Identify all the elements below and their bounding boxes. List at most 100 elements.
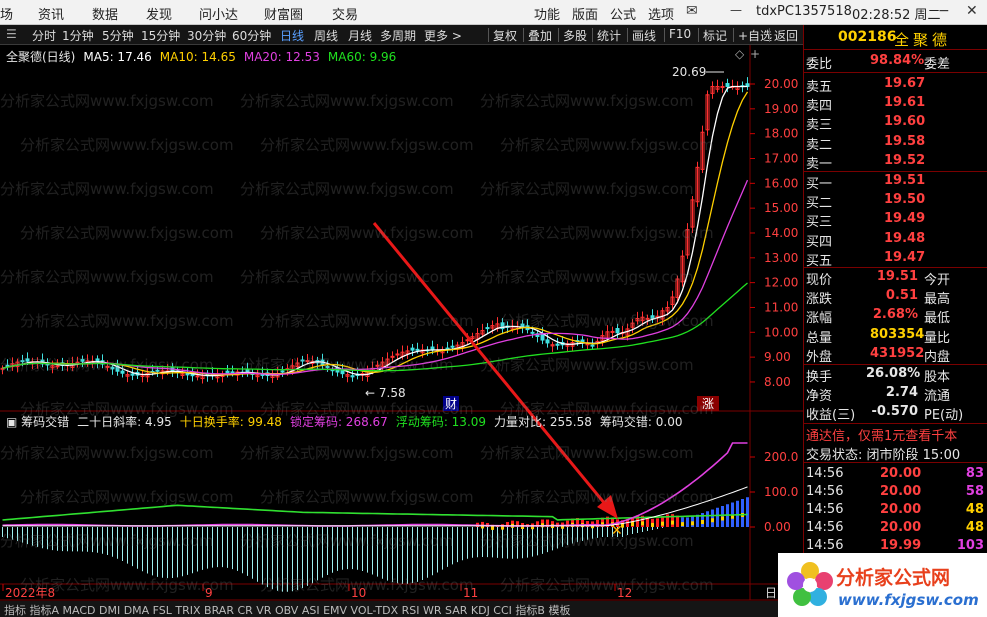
menu-item-options[interactable]: 选项 [648,4,674,23]
chart-area[interactable]: 20.00 19.00 18.00 17.00 16.00 15.00 14.00 13.00… [0,45,803,617]
tab-10[interactable]: 更多 > [424,27,462,44]
quote-label: 现价 [806,273,833,288]
quote-right-label: 最高 [924,292,951,308]
tab-3[interactable]: 15分钟 [141,27,180,44]
bid-price[interactable]: 19.50 [884,192,925,207]
toolbar-button-8[interactable]: 返回 [774,27,798,44]
bid-price[interactable]: 19.51 [884,173,925,188]
candle-body [230,371,235,374]
candle-body [25,358,30,362]
toolbar-button-6[interactable]: 标记 [703,27,727,44]
menu-item-discover[interactable]: 发现 [146,4,172,23]
quote-row: 涨跌 0.51 最高 [804,287,987,308]
ask-price[interactable]: 19.58 [884,134,925,149]
toolbar-button-7[interactable]: +自选 [738,27,772,44]
chip-bar [746,497,749,527]
window-minimize-icon[interactable]: − [938,3,950,19]
menu-item-wealth[interactable]: 财富圈 [264,4,303,23]
tab-7[interactable]: 周线 [314,27,338,44]
toolbar-button-3[interactable]: 统计 [597,27,621,44]
menu-item-function[interactable]: 功能 [534,4,560,23]
date-label: 10 [351,586,366,600]
tab-5[interactable]: 60分钟 [232,27,271,44]
tab-9[interactable]: 多周期 [380,27,416,44]
toolbar-button-0[interactable]: 复权 [493,27,517,44]
quote2-value: 26.08% [866,366,921,381]
trading-app-window: 场 资讯 数据 发现 问小达 财富圈 交易 功能 版面 公式 选项 ✉ — td… [0,0,987,617]
add-icon[interactable]: + [750,47,760,61]
tab-0[interactable]: 分时 [32,27,56,44]
divider [804,49,987,50]
toolbar-button-4[interactable]: 画线 [632,27,656,44]
chip-marker [651,522,654,527]
tab-8[interactable]: 月线 [348,27,372,44]
ask-label: 卖五 [806,80,833,95]
tab-6[interactable]: 日线 [280,27,304,44]
menu-item-news[interactable]: 资讯 [38,4,64,23]
candle-body [185,373,190,376]
toolbar-separator [733,28,734,42]
bid-row: 买二 19.50 [804,191,987,211]
tab-4[interactable]: 30分钟 [187,27,226,44]
toolbar-separator [698,28,699,42]
period-indicator: 日 [765,586,777,600]
bid-label: 买三 [806,215,833,231]
ma-legend-1: MA10: 14.65 [159,50,236,64]
quote-label: 外盘 [806,349,833,365]
minimize-icon[interactable]: — [730,3,742,17]
indicator-name[interactable]: ▣ 筹码交错 [6,415,69,429]
bid-price[interactable]: 19.49 [884,211,925,226]
bid-row: 买四 19.48 [804,230,987,250]
candle-body [610,330,615,333]
tick-row: 14:56 20.00 48 [804,519,987,538]
menu-item-data[interactable]: 数据 [92,4,118,23]
menu-item-layout[interactable]: 版面 [572,4,598,23]
bid-price[interactable]: 19.47 [884,250,925,265]
tab-1[interactable]: 1分钟 [62,27,94,44]
indicator-tabs[interactable]: 指标 指标A MACD DMI DMA FSL TRIX BRAR CR VR … [4,603,570,617]
logo-title: 分析家公式网 [836,567,951,589]
candle-body [80,359,85,362]
ask-row: 卖四 19.61 [804,94,987,114]
ask-price[interactable]: 19.52 [884,153,925,168]
toolbar-button-5[interactable]: F10 [669,27,691,41]
menu-item-trade[interactable]: 交易 [332,4,358,23]
finance-tag[interactable]: 财 [445,397,457,411]
menu-item-ask[interactable]: 问小达 [199,4,238,23]
candle-body [325,366,330,369]
menu-item-market[interactable]: 场 [0,4,13,23]
window-close-icon[interactable]: ✕ [966,3,978,19]
weibi-label: 委比 [806,57,833,72]
indicator-value-1: 十日换手率: 99.48 [179,415,282,429]
ask-price[interactable]: 19.67 [884,76,925,91]
mail-icon[interactable]: ✉ [686,3,698,19]
bid-price[interactable]: 19.48 [884,231,925,246]
tick-row: 14:56 20.00 48 [804,501,987,520]
quote2-label: 净资 [806,389,833,405]
limit-tag[interactable]: 涨 [702,396,714,411]
stock-name: 全聚德 [894,31,952,49]
tab-2[interactable]: 5分钟 [102,27,134,44]
price-tick-label: 14.00 [764,226,798,240]
ask-price[interactable]: 19.61 [884,95,925,110]
date-label: 2022年8 [5,586,55,600]
tab-menu-icon[interactable]: ☰ [6,27,17,41]
price-tick-label: 13.00 [764,251,798,265]
menu-item-formula[interactable]: 公式 [610,4,636,23]
quote2-right-label: 流通 [924,389,951,405]
ad-text[interactable]: 通达信，仅需1元查看千本 [806,425,957,444]
quote-value: 19.51 [876,269,918,284]
toolbar-button-2[interactable]: 多股 [563,27,587,44]
toolbar-separator [592,28,593,42]
quote-label: 总量 [806,330,833,346]
chip-bar [676,515,679,527]
diamond-icon[interactable]: ◇ [735,47,745,61]
toolbar-button-1[interactable]: 叠加 [528,27,552,44]
ad-row: 通达信，仅需1元查看千本 [804,424,987,444]
candle-body [110,366,115,370]
candle-body [615,328,620,334]
price-tick-label: 17.00 [764,151,798,165]
candle-body [350,375,355,378]
ask-price[interactable]: 19.60 [884,114,925,129]
candle-body [55,365,60,368]
